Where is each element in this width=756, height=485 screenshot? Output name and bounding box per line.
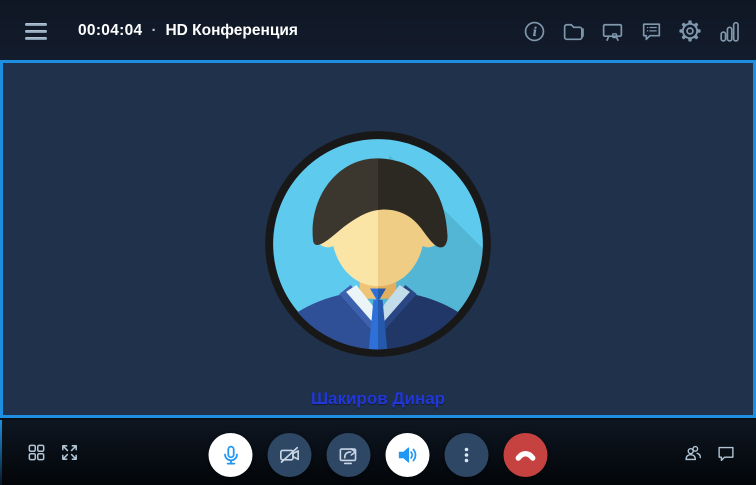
info-icon[interactable]: i bbox=[521, 18, 547, 44]
microphone-button[interactable] bbox=[208, 433, 253, 477]
control-bar bbox=[0, 420, 756, 485]
chat-messages-icon[interactable] bbox=[638, 18, 664, 44]
separator-dot: · bbox=[151, 22, 157, 39]
top-bar: 00:04:04 · HD Конференция i bbox=[0, 0, 756, 62]
chat-icon[interactable] bbox=[714, 441, 738, 465]
participants-icon[interactable] bbox=[681, 441, 705, 465]
settings-gear-icon[interactable] bbox=[677, 18, 703, 44]
more-options-button[interactable] bbox=[444, 433, 489, 477]
call-timer: 00:04:04 bbox=[78, 22, 143, 39]
conference-title: HD Конференция bbox=[165, 22, 298, 39]
camera-button[interactable] bbox=[267, 433, 312, 477]
hang-up-button[interactable] bbox=[503, 433, 548, 477]
conference-window: 00:04:04 · HD Конференция i Шакиров Дина… bbox=[0, 0, 756, 485]
speaker-button[interactable] bbox=[385, 433, 430, 477]
call-controls bbox=[208, 433, 548, 477]
avatar-illustration bbox=[265, 131, 491, 357]
left-accent-strip bbox=[0, 420, 2, 485]
grid-layout-icon[interactable] bbox=[24, 441, 48, 465]
participant-name-label: Шакиров Динар bbox=[310, 389, 446, 408]
connection-stats-icon[interactable] bbox=[716, 18, 742, 44]
whiteboard-icon[interactable] bbox=[599, 18, 625, 44]
topbar-icon-group: i bbox=[521, 18, 756, 44]
conference-info: 00:04:04 · HD Конференция bbox=[78, 22, 298, 40]
participant-avatar bbox=[264, 130, 492, 358]
screen-share-button[interactable] bbox=[326, 433, 371, 477]
folder-icon[interactable] bbox=[560, 18, 586, 44]
video-stage: Шакиров Динар bbox=[0, 60, 756, 418]
menu-icon[interactable] bbox=[25, 22, 47, 40]
panel-controls bbox=[681, 420, 738, 485]
layout-controls bbox=[24, 420, 81, 485]
fullscreen-icon[interactable] bbox=[57, 441, 81, 465]
svg-text:i: i bbox=[532, 24, 537, 39]
